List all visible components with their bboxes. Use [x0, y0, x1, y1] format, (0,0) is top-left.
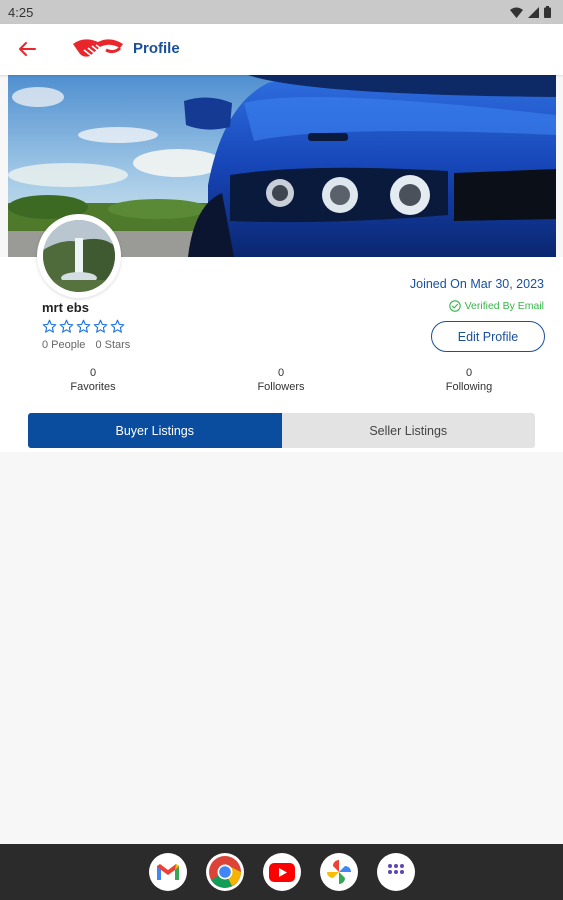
listings-content	[0, 452, 563, 844]
tab-seller-listings[interactable]: Seller Listings	[281, 413, 535, 448]
star-outline-icon	[76, 319, 91, 333]
favorites-label: Favorites	[70, 381, 116, 393]
verified-badge: Verified By Email	[448, 300, 544, 312]
rating-stars	[42, 319, 125, 334]
star-outline-icon	[110, 319, 125, 333]
photos-icon[interactable]	[319, 853, 358, 891]
status-time: 4:25	[8, 4, 34, 20]
back-button[interactable]	[16, 38, 38, 60]
stars-count: 0 Stars	[95, 339, 131, 351]
youtube-icon[interactable]	[262, 853, 301, 891]
status-icons	[510, 6, 551, 18]
favorites-count: 0	[89, 367, 97, 379]
listing-tabs: Buyer Listings Seller Listings	[28, 413, 535, 448]
wifi-icon	[510, 7, 523, 18]
followers-label: Followers	[257, 381, 305, 393]
avatar-image	[43, 220, 115, 292]
profile-name: mrt ebs	[42, 300, 89, 315]
tab-buyer-listings[interactable]: Buyer Listings	[28, 413, 282, 448]
avatar[interactable]	[37, 214, 121, 298]
star-outline-icon	[59, 319, 74, 333]
star-outline-icon	[42, 319, 57, 333]
status-bar: 4:25	[0, 0, 563, 24]
back-arrow-icon	[19, 42, 36, 56]
app-drawer-icon[interactable]	[376, 853, 415, 891]
stat-followers[interactable]: 0 Followers	[231, 366, 331, 394]
gmail-icon[interactable]	[148, 853, 187, 891]
following-count: 0	[465, 367, 473, 379]
followers-count: 0	[277, 367, 285, 379]
rating-summary: 0 People 0 Stars	[42, 339, 130, 351]
edit-profile-button[interactable]: Edit Profile	[431, 321, 545, 352]
cell-signal-icon	[528, 6, 539, 18]
chrome-icon[interactable]	[205, 853, 244, 891]
star-outline-icon	[93, 319, 108, 333]
handshake-logo-icon	[73, 39, 123, 59]
stat-favorites[interactable]: 0 Favorites	[43, 366, 143, 394]
battery-icon	[544, 6, 551, 18]
verified-text: Verified By Email	[464, 300, 544, 312]
check-circle-icon	[448, 300, 461, 312]
app-bar: Profile	[0, 24, 563, 75]
following-label: Following	[445, 381, 493, 393]
people-count: 0 People	[42, 339, 86, 351]
page-title: Profile	[133, 40, 180, 57]
taskbar	[0, 844, 563, 900]
joined-date: Joined On Mar 30, 2023	[409, 277, 544, 291]
stat-following[interactable]: 0 Following	[419, 366, 519, 394]
